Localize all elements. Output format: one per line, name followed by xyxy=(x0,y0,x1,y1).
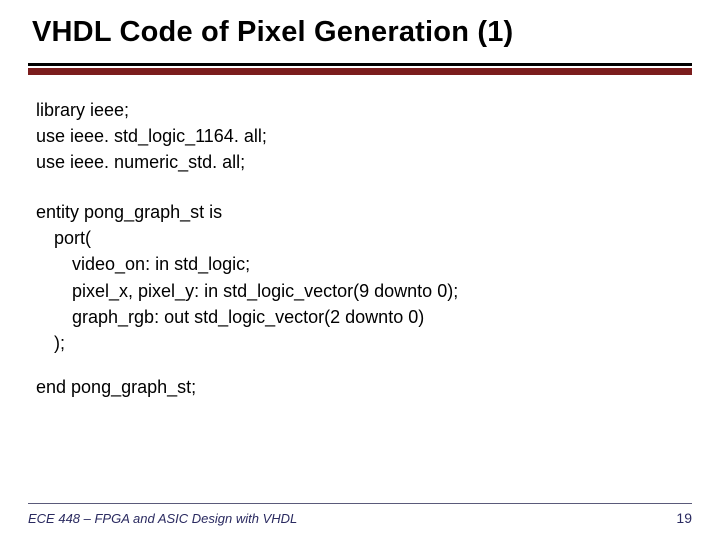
underline-thick xyxy=(28,68,692,75)
code-line: port( xyxy=(36,225,688,251)
code-block: library ieee; use ieee. std_logic_1164. … xyxy=(28,75,692,400)
code-line: ); xyxy=(36,330,688,356)
page-number: 19 xyxy=(676,510,692,526)
code-line: pixel_x, pixel_y: in std_logic_vector(9 … xyxy=(36,278,688,304)
footer-course: ECE 448 – FPGA and ASIC Design with VHDL xyxy=(28,511,297,526)
title-underline xyxy=(28,63,692,75)
underline-thin xyxy=(28,63,692,66)
code-line: video_on: in std_logic; xyxy=(36,251,688,277)
code-line: use ieee. numeric_std. all; xyxy=(36,149,688,175)
slide: VHDL Code of Pixel Generation (1) librar… xyxy=(0,0,720,540)
footer-rule xyxy=(28,503,692,504)
slide-title: VHDL Code of Pixel Generation (1) xyxy=(28,10,692,59)
code-line: library ieee; xyxy=(36,97,688,123)
code-line: use ieee. std_logic_1164. all; xyxy=(36,123,688,149)
slide-footer: ECE 448 – FPGA and ASIC Design with VHDL… xyxy=(28,503,692,526)
code-line: end pong_graph_st; xyxy=(36,374,688,400)
code-line: entity pong_graph_st is xyxy=(36,199,688,225)
code-line: graph_rgb: out std_logic_vector(2 downto… xyxy=(36,304,688,330)
